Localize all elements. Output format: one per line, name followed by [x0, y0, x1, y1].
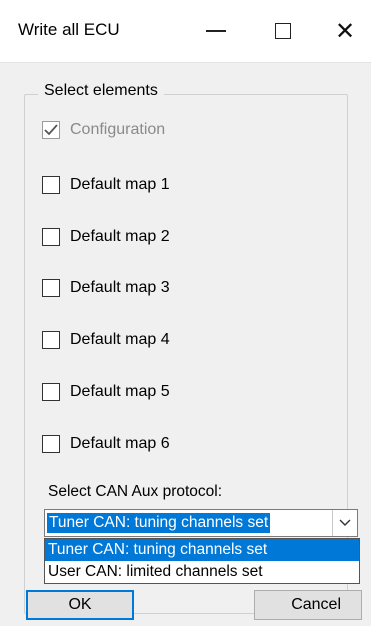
checkbox-configuration[interactable]: Configuration — [42, 119, 165, 141]
checkbox-default-map-4[interactable]: Default map 4 — [42, 329, 170, 351]
checkbox-box[interactable] — [42, 228, 60, 246]
can-aux-protocol-label: Select CAN Aux protocol: — [48, 483, 223, 500]
maximize-icon — [275, 23, 291, 39]
checkbox-label: Configuration — [70, 121, 166, 138]
checkbox-default-map-6[interactable]: Default map 6 — [42, 433, 170, 455]
combobox-selected-value: Tuner CAN: tuning channels set — [45, 512, 272, 534]
checkbox-label: Default map 5 — [70, 383, 170, 400]
maximize-button[interactable] — [253, 0, 313, 62]
can-aux-protocol-dropdown-list: Tuner CAN: tuning channels set User CAN:… — [44, 538, 360, 584]
checkbox-box[interactable] — [42, 383, 60, 401]
close-button[interactable]: ✕ — [315, 0, 371, 62]
ok-button[interactable]: OK — [26, 590, 134, 620]
checkbox-label: Default map 1 — [70, 176, 170, 193]
checkbox-label: Default map 3 — [70, 279, 170, 296]
cancel-button[interactable]: Cancel — [254, 590, 362, 620]
checkbox-label: Default map 2 — [70, 228, 170, 245]
dropdown-option-user-can[interactable]: User CAN: limited channels set — [45, 561, 359, 583]
dropdown-option-tuner-can[interactable]: Tuner CAN: tuning channels set — [45, 539, 359, 561]
checkbox-box[interactable] — [42, 279, 60, 297]
checkbox-default-map-5[interactable]: Default map 5 — [42, 381, 170, 403]
checkbox-default-map-2[interactable]: Default map 2 — [42, 226, 170, 248]
dropdown-button[interactable] — [332, 510, 357, 536]
checkbox-default-map-1[interactable]: Default map 1 — [42, 174, 170, 196]
title-bar: Write all ECU ✕ — [0, 0, 371, 63]
checkbox-default-map-3[interactable]: Default map 3 — [42, 277, 170, 299]
can-aux-protocol-combobox[interactable]: Tuner CAN: tuning channels set — [44, 509, 358, 537]
groupbox-label: Select elements — [38, 82, 164, 100]
checkbox-box[interactable] — [42, 176, 60, 194]
minimize-button[interactable] — [186, 0, 246, 62]
checkmark-icon — [44, 124, 58, 136]
minimize-icon — [206, 30, 226, 32]
chevron-down-icon — [339, 519, 351, 526]
checkbox-label: Default map 4 — [70, 331, 170, 348]
checkbox-box[interactable] — [42, 435, 60, 453]
checkbox-label: Default map 6 — [70, 435, 170, 452]
window-title: Write all ECU — [18, 20, 120, 39]
checkbox-box[interactable] — [42, 331, 60, 349]
close-icon: ✕ — [334, 17, 356, 45]
checkbox-box[interactable] — [42, 121, 60, 139]
